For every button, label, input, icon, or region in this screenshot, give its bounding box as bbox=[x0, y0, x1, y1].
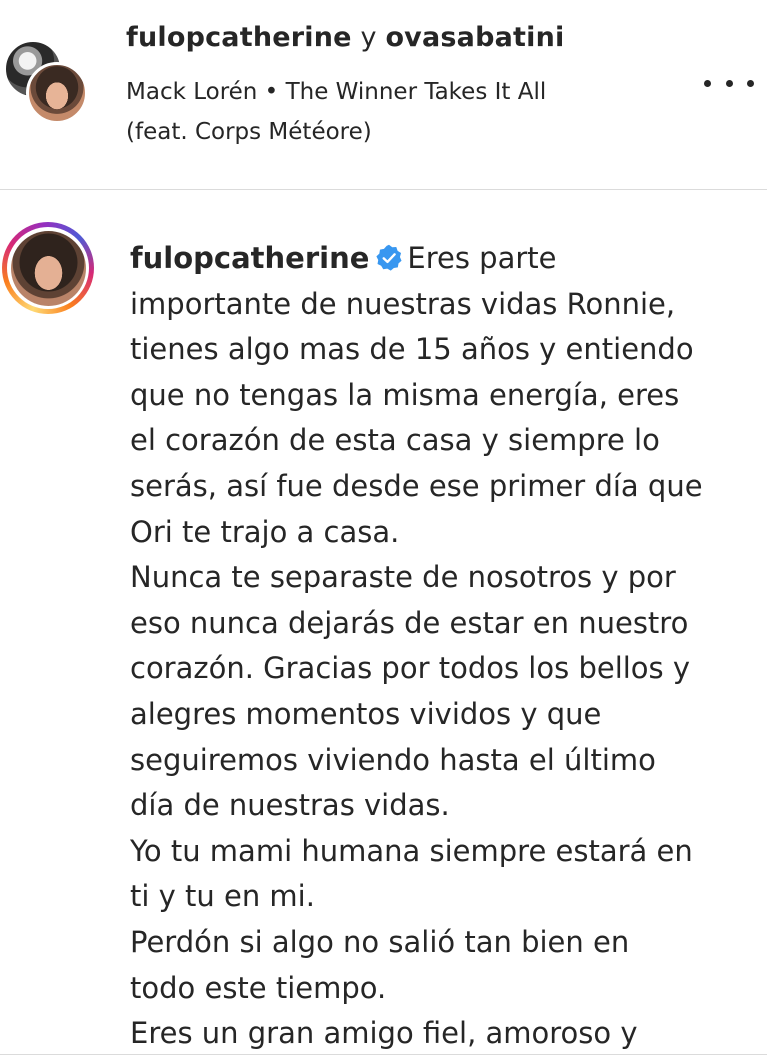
caption-first-line: fulopcatherine Eres parte bbox=[130, 236, 745, 282]
more-horizontal-icon bbox=[747, 79, 754, 87]
post-header: fulopcatherine y ovasabatini Mack Lorén … bbox=[0, 0, 767, 190]
collab-avatars[interactable] bbox=[4, 40, 94, 130]
audio-line-2[interactable]: (feat. Corps Météore) bbox=[126, 112, 646, 152]
post-caption: fulopcatherine Eres parte importante de … bbox=[130, 236, 745, 1057]
caption-line: Perdón si algo no salió tan bien en bbox=[130, 924, 630, 959]
audio-line-1[interactable]: Mack Lorén • The Winner Takes It All bbox=[126, 72, 646, 112]
caption-line: tienes algo mas de 15 años y entiendo bbox=[130, 332, 694, 367]
more-options-button[interactable] bbox=[704, 68, 754, 98]
caption-line: ti y tu en mi. bbox=[130, 879, 315, 914]
caption-line: todo este tiempo. bbox=[130, 970, 387, 1005]
caption-line: que no tengas la misma energía, eres bbox=[130, 377, 680, 412]
author-link-primary[interactable]: fulopcatherine bbox=[126, 22, 352, 53]
caption-line: Eres un gran amigo fiel, amoroso y bbox=[130, 1016, 638, 1051]
avatar-fulopcatherine[interactable] bbox=[26, 62, 88, 124]
caption-line: eso nunca dejarás de estar en nuestro bbox=[130, 605, 689, 640]
author-conjunction: y bbox=[360, 22, 386, 53]
more-horizontal-icon bbox=[704, 79, 711, 87]
caption-line: importante de nuestras vidas Ronnie, bbox=[130, 286, 676, 321]
author-link-secondary[interactable]: ovasabatini bbox=[385, 22, 564, 53]
caption-line: alegres momentos vividos y que bbox=[130, 696, 602, 731]
verified-badge-icon bbox=[376, 244, 402, 271]
caption-line: seguiremos viviendo hasta el último bbox=[130, 742, 656, 777]
caption-line: corazón. Gracias por todos los bellos y bbox=[130, 651, 691, 686]
audio-attribution[interactable]: Mack Lorén • The Winner Takes It All (fe… bbox=[126, 72, 646, 152]
post-authors: fulopcatherine y ovasabatini bbox=[126, 22, 564, 53]
caption-line: el corazón de esta casa y siempre lo bbox=[130, 423, 660, 458]
caption-line: serás, así fue desde ese primer día que bbox=[130, 468, 703, 503]
divider bbox=[0, 1054, 767, 1055]
caption-line: Yo tu mami humana siempre estará en bbox=[130, 833, 693, 868]
story-ring-gap bbox=[7, 227, 89, 309]
caption-line: día de nuestras vidas. bbox=[130, 788, 450, 823]
instagram-post-page: fulopcatherine y ovasabatini Mack Lorén … bbox=[0, 0, 767, 1057]
avatar[interactable] bbox=[10, 230, 86, 306]
more-horizontal-icon bbox=[725, 79, 733, 87]
caption-line: Ori te trajo a casa. bbox=[130, 514, 400, 549]
caption-username[interactable]: fulopcatherine bbox=[130, 241, 369, 275]
caption-text-start: Eres parte bbox=[407, 241, 557, 275]
story-ring[interactable] bbox=[2, 222, 94, 314]
caption-line: Nunca te separaste de nosotros y por bbox=[130, 560, 676, 595]
